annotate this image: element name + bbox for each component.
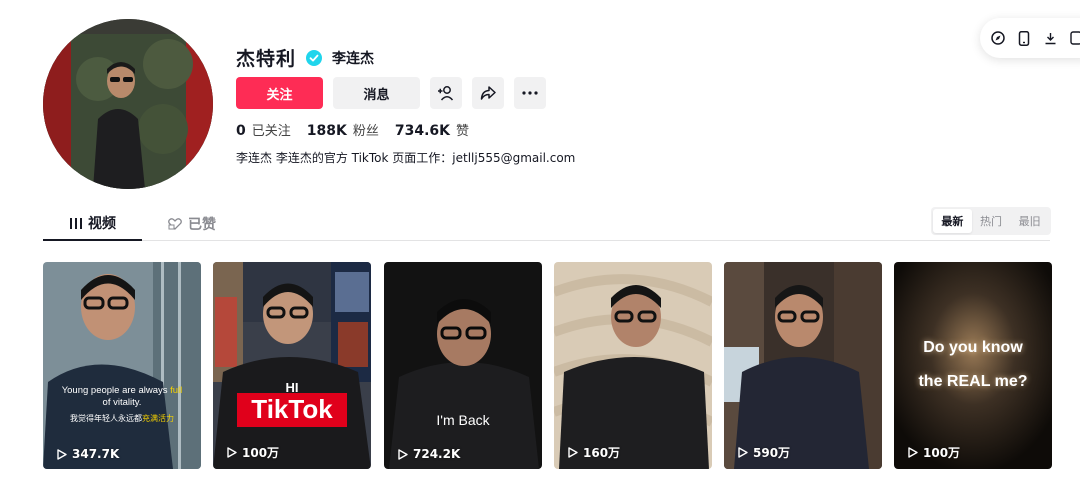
- grid-lines-icon: [70, 217, 82, 229]
- view-count: 160万: [568, 444, 620, 461]
- play-icon: [398, 448, 408, 460]
- play-icon: [568, 447, 578, 458]
- following-stat[interactable]: 0 已关注: [236, 120, 291, 139]
- play-icon: [227, 447, 237, 458]
- verified-badge-icon: [306, 49, 323, 66]
- play-icon: [57, 448, 67, 460]
- video-card[interactable]: 590万: [724, 262, 882, 469]
- message-button[interactable]: 消息: [333, 77, 420, 109]
- liked-heart-icon: [168, 218, 182, 230]
- view-count: 347.7K: [57, 447, 119, 461]
- video-caption-en: Young people are always full of vitality.: [61, 385, 183, 408]
- avatar[interactable]: [43, 19, 213, 189]
- sort-latest[interactable]: 最新: [933, 209, 972, 233]
- tab-liked[interactable]: 已赞: [168, 207, 216, 241]
- sort-toggle: 最新 热门 最旧: [931, 207, 1051, 235]
- followers-stat[interactable]: 188K 粉丝: [307, 120, 379, 139]
- video-caption-line2: the REAL me?: [918, 373, 1028, 390]
- follow-button[interactable]: 关注: [236, 77, 323, 109]
- video-card[interactable]: Young people are always full of vitality.…: [43, 262, 201, 469]
- sort-oldest[interactable]: 最旧: [1010, 209, 1049, 233]
- more-toolbar-icon[interactable]: [1068, 30, 1080, 46]
- video-caption-hi: HI: [285, 380, 299, 395]
- download-icon[interactable]: [1042, 30, 1058, 46]
- video-card[interactable]: 160万: [554, 262, 712, 469]
- view-count: 724.2K: [398, 447, 460, 461]
- tab-videos-label: 视频: [88, 216, 116, 232]
- play-icon: [908, 447, 918, 458]
- profile-page: 杰特利 李连杰 关注 消息 0 已关注 188K 粉丝 734.6K 赞 李连杰 李连…: [0, 0, 1080, 491]
- video-card[interactable]: Do you know the REAL me? 100万: [894, 262, 1052, 469]
- tab-liked-label: 已赞: [188, 217, 216, 233]
- more-options-button[interactable]: [514, 77, 546, 109]
- video-card[interactable]: HI TikTok 100万: [213, 262, 371, 469]
- play-icon: [738, 447, 748, 458]
- video-caption-line1: Do you know: [923, 339, 1023, 356]
- nickname: 杰特利: [236, 48, 297, 70]
- more-dots-icon: [522, 91, 538, 95]
- bio-text: 李连杰 李连杰的官方 TikTok 页面工作：jetllj555@gmail.c…: [236, 151, 576, 165]
- tab-videos[interactable]: 视频: [43, 207, 142, 241]
- video-thumbnail: [43, 262, 201, 469]
- video-card[interactable]: I'm Back 724.2K: [384, 262, 542, 469]
- video-thumbnail: [724, 262, 882, 469]
- name-row: 杰特利 李连杰: [236, 44, 374, 71]
- action-buttons: 关注 消息: [236, 77, 546, 109]
- add-friend-button[interactable]: [430, 77, 462, 109]
- add-user-icon: [438, 86, 454, 101]
- username: 李连杰: [332, 50, 375, 67]
- share-icon: [480, 86, 496, 100]
- compass-icon[interactable]: [990, 30, 1006, 46]
- video-caption-zh: 我觉得年轻人永远都充满活力: [70, 414, 174, 423]
- content-tabs: 视频 已赞: [43, 207, 1050, 241]
- share-button[interactable]: [472, 77, 504, 109]
- view-count: 590万: [738, 444, 790, 461]
- video-thumbnail: [554, 262, 712, 469]
- mobile-device-icon[interactable]: [1016, 30, 1032, 46]
- video-caption: I'm Back: [436, 412, 490, 428]
- video-thumbnail: [894, 262, 1052, 469]
- video-thumbnail: [213, 262, 371, 469]
- top-toolbar: [980, 18, 1080, 58]
- video-caption-tiktok: TikTok: [251, 394, 333, 424]
- view-count: 100万: [227, 444, 279, 461]
- view-count: 100万: [908, 444, 960, 461]
- likes-stat: 734.6K 赞: [394, 123, 470, 139]
- profile-stats: 0 已关注 188K 粉丝 734.6K 赞: [236, 120, 469, 139]
- sort-popular[interactable]: 热门: [972, 209, 1011, 233]
- video-thumbnail: [384, 262, 542, 469]
